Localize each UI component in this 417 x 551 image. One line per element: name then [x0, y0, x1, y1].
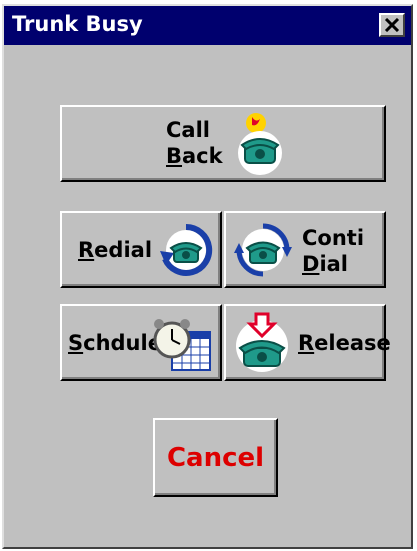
schedule-label: Schdule — [68, 331, 162, 355]
call-back-label-line1: Call — [166, 118, 210, 142]
cancel-button[interactable]: Cancel — [153, 418, 278, 497]
phone-circular-arrow-icon — [160, 223, 213, 276]
alarm-clock-calendar-icon — [153, 319, 211, 371]
call-back-button[interactable]: Call Back — [60, 105, 386, 182]
redial-button[interactable]: Redial — [60, 211, 222, 288]
release-label: Release — [298, 331, 391, 355]
close-x-icon — [384, 18, 400, 32]
phone-hangup-arrow-icon — [236, 312, 288, 372]
schedule-button[interactable]: Schdule — [60, 304, 222, 381]
title-bar[interactable]: Trunk Busy — [4, 6, 411, 45]
phone-with-notification-icon — [238, 113, 282, 175]
call-back-label-line2: Back — [166, 144, 223, 168]
conti-dial-label-line2: Dial — [302, 252, 349, 276]
conti-dial-label-line1: Conti — [302, 226, 365, 250]
phone-double-arrow-icon — [234, 223, 292, 277]
redial-label: Redial — [78, 238, 153, 262]
conti-dial-button[interactable]: Conti Dial — [224, 211, 386, 288]
close-button[interactable] — [379, 13, 405, 37]
cancel-label: Cancel — [166, 442, 265, 473]
window-title: Trunk Busy — [12, 12, 143, 36]
trunk-busy-dialog: Trunk Busy Call Back Redial Conti Dial S… — [2, 4, 413, 549]
release-button[interactable]: Release — [224, 304, 391, 381]
